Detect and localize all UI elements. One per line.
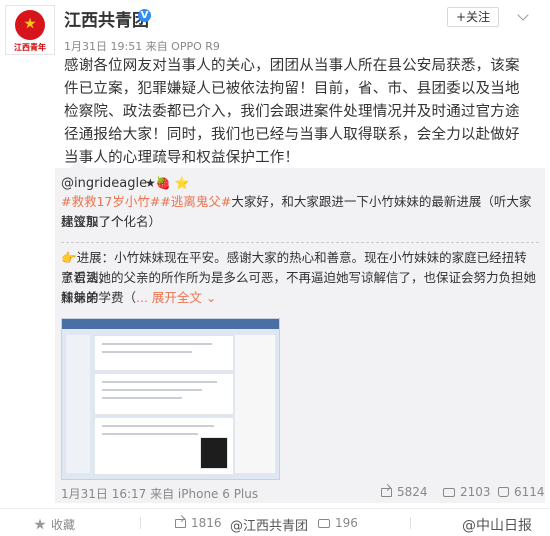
- chevron-down-icon[interactable]: [517, 9, 529, 21]
- share-icon: [175, 518, 186, 528]
- quoted-share-count[interactable]: 5824: [381, 485, 428, 499]
- quoted-like-count[interactable]: 6114: [498, 485, 545, 499]
- action-bar: 收藏 1816 @江西共青团 196 @中山日报: [0, 508, 550, 536]
- hashtag-link[interactable]: #救救17岁小竹#: [61, 194, 160, 209]
- repost-button[interactable]: 1816: [175, 516, 222, 530]
- post-text: 感谢各位网友对当事人的关心，团团从当事人所在县公安局获悉，该案件已立案，犯罪嫌疑…: [64, 58, 520, 166]
- follow-label: +关注: [455, 10, 491, 24]
- thumbs-up-icon: [498, 487, 509, 497]
- watermark-text: @江西共青团: [230, 519, 309, 534]
- quoted-progress-line-3: 妹妹的学费（... 展开全文 ⌄: [61, 290, 217, 305]
- comment-icon: [318, 518, 330, 528]
- star-icon: [34, 518, 46, 530]
- quoted-author[interactable]: @ingrideagle: [61, 176, 147, 191]
- quoted-comment-count[interactable]: 2103: [443, 485, 491, 499]
- expand-full-text-link[interactable]: ... 展开全文 ⌄: [136, 290, 216, 305]
- hashtag-link[interactable]: #逃离鬼父#: [160, 194, 231, 209]
- watermark-text-2: @中山日报: [462, 518, 532, 534]
- comment-icon: [443, 487, 455, 497]
- quote-arrow: [70, 160, 86, 168]
- divider: [61, 242, 539, 243]
- share-icon: [381, 487, 392, 497]
- avatar-text: 江西青年: [14, 42, 46, 52]
- author-emoji: ★🍓 ⭐: [145, 176, 190, 190]
- username[interactable]: 江西共青团: [64, 6, 149, 31]
- quoted-timestamp: 1月31日 16:17 来自 iPhone 6 Plus: [61, 487, 259, 501]
- youth-league-emblem-icon: [15, 9, 45, 40]
- comment-button[interactable]: 196: [318, 516, 358, 530]
- avatar[interactable]: 江西青年: [5, 5, 55, 55]
- favorite-button[interactable]: 收藏: [34, 516, 75, 533]
- attached-screenshot-image[interactable]: [61, 318, 280, 480]
- post-meta: 1月31日 19:51 来自 OPPO R9: [64, 40, 220, 53]
- quoted-text-line-2: 标签取了个化名）: [61, 214, 162, 229]
- verified-badge-icon: V: [138, 9, 151, 22]
- follow-button[interactable]: +关注: [447, 7, 499, 27]
- quoted-post: @ingrideagle ★🍓 ⭐ #救救17岁小竹##逃离鬼父#大家好，和大家…: [55, 168, 545, 503]
